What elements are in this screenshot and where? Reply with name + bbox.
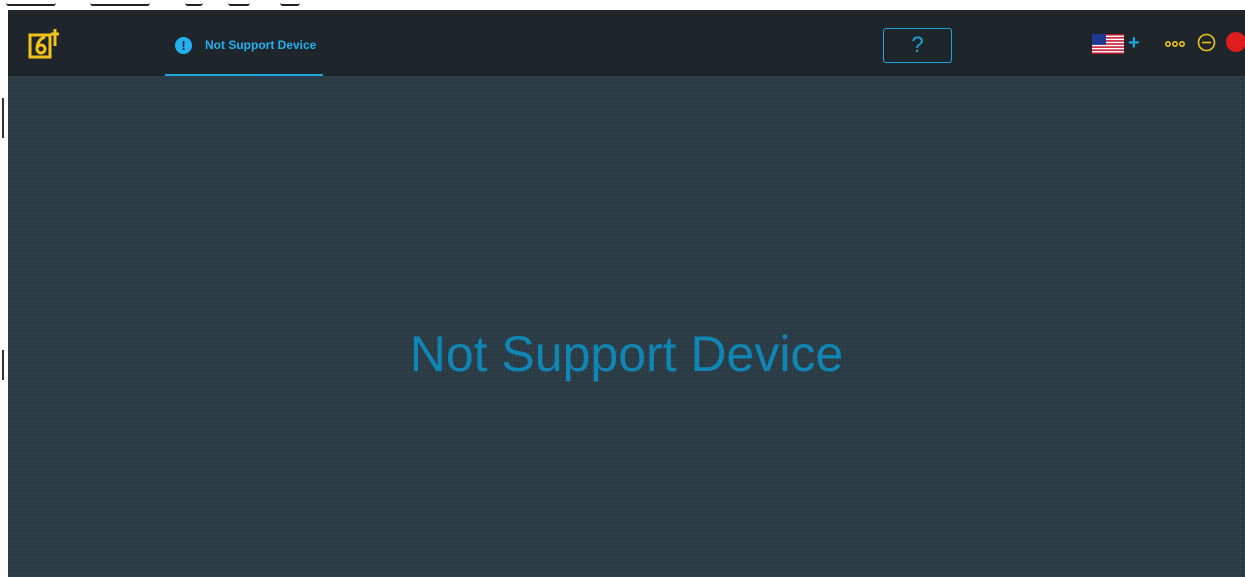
tab-not-support-device[interactable]: ! Not Support Device	[165, 10, 323, 76]
help-button[interactable]: ?	[883, 28, 952, 63]
more-options-icon[interactable]	[1165, 39, 1185, 49]
edge-mark	[2, 98, 4, 138]
left-window-edge	[0, 10, 8, 577]
add-language-icon[interactable]: +	[1128, 31, 1140, 55]
top-background-strip	[0, 0, 1245, 10]
background-window-fragment	[228, 0, 250, 6]
app-logo-icon	[28, 29, 59, 59]
background-window-fragment	[280, 0, 300, 6]
tab-label: Not Support Device	[205, 38, 317, 52]
not-supported-message: Not Support Device	[409, 326, 844, 382]
minimize-icon[interactable]	[1197, 33, 1216, 52]
title-bar: ! Not Support Device ? +	[8, 10, 1245, 76]
background-window-fragment	[6, 0, 56, 6]
background-window-fragment	[185, 0, 203, 6]
app-window: ! Not Support Device ? + Not Support Dev…	[8, 10, 1245, 577]
close-icon[interactable]	[1226, 32, 1245, 52]
us-flag-icon[interactable]	[1092, 34, 1124, 54]
edge-mark	[2, 350, 4, 380]
alert-icon: !	[175, 37, 192, 54]
background-window-fragment	[90, 0, 150, 6]
active-tab-indicator	[165, 74, 323, 76]
